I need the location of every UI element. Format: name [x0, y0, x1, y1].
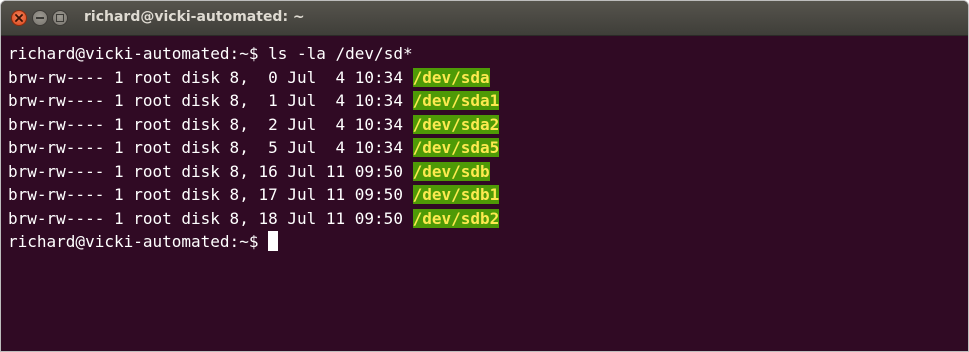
- list-item: brw-rw---- 1 root disk 8, 17 Jul 11 09:5…: [8, 183, 968, 207]
- list-item: brw-rw---- 1 root disk 8, 18 Jul 11 09:5…: [8, 207, 968, 231]
- maximize-icon[interactable]: [52, 10, 68, 26]
- command-line: richard@vicki-automated:~$ ls -la /dev/s…: [8, 42, 968, 66]
- command-text: ls -la /dev/sd*: [268, 44, 413, 63]
- device-name: /dev/sda: [412, 67, 490, 87]
- file-metadata: brw-rw---- 1 root disk 8, 0 Jul 4 10:34: [8, 67, 413, 87]
- list-item: brw-rw---- 1 root disk 8, 2 Jul 4 10:34 …: [8, 113, 968, 137]
- list-item: brw-rw---- 1 root disk 8, 0 Jul 4 10:34 …: [8, 66, 968, 90]
- shell-prompt: richard@vicki-automated:~$: [8, 232, 269, 251]
- terminal-output[interactable]: richard@vicki-automated:~$ ls -la /dev/s…: [8, 42, 968, 254]
- device-name: /dev/sda2: [412, 114, 500, 134]
- device-name: /dev/sdb2: [412, 208, 500, 228]
- file-metadata: brw-rw---- 1 root disk 8, 1 Jul 4 10:34: [8, 91, 413, 110]
- file-metadata: brw-rw---- 1 root disk 8, 16 Jul 11 09:5…: [8, 161, 413, 181]
- close-icon[interactable]: [11, 10, 27, 26]
- file-metadata: brw-rw---- 1 root disk 8, 17 Jul 11 09:5…: [8, 185, 413, 204]
- shell-prompt: richard@vicki-automated:~$: [8, 44, 269, 63]
- terminal-window: richard@vicki-automated: ~ richard@vicki…: [1, 1, 968, 351]
- device-name: /dev/sdb: [412, 161, 490, 181]
- file-metadata: brw-rw---- 1 root disk 8, 18 Jul 11 09:5…: [8, 208, 413, 228]
- text-cursor: [268, 231, 279, 251]
- list-item: brw-rw---- 1 root disk 8, 16 Jul 11 09:5…: [8, 160, 968, 184]
- device-name: /dev/sda1: [412, 91, 500, 110]
- list-item: brw-rw---- 1 root disk 8, 1 Jul 4 10:34 …: [8, 89, 968, 113]
- list-item: brw-rw---- 1 root disk 8, 5 Jul 4 10:34 …: [8, 136, 968, 160]
- prompt-line[interactable]: richard@vicki-automated:~$: [8, 230, 968, 254]
- device-name: /dev/sdb1: [412, 185, 500, 204]
- file-metadata: brw-rw---- 1 root disk 8, 5 Jul 4 10:34: [8, 138, 413, 157]
- device-name: /dev/sda5: [412, 138, 500, 157]
- file-metadata: brw-rw---- 1 root disk 8, 2 Jul 4 10:34: [8, 114, 413, 134]
- minimize-icon[interactable]: [32, 10, 48, 26]
- close-x-glyph: [15, 14, 23, 22]
- title-bar[interactable]: richard@vicki-automated: ~: [1, 1, 968, 36]
- window-title: richard@vicki-automated: ~: [84, 9, 305, 25]
